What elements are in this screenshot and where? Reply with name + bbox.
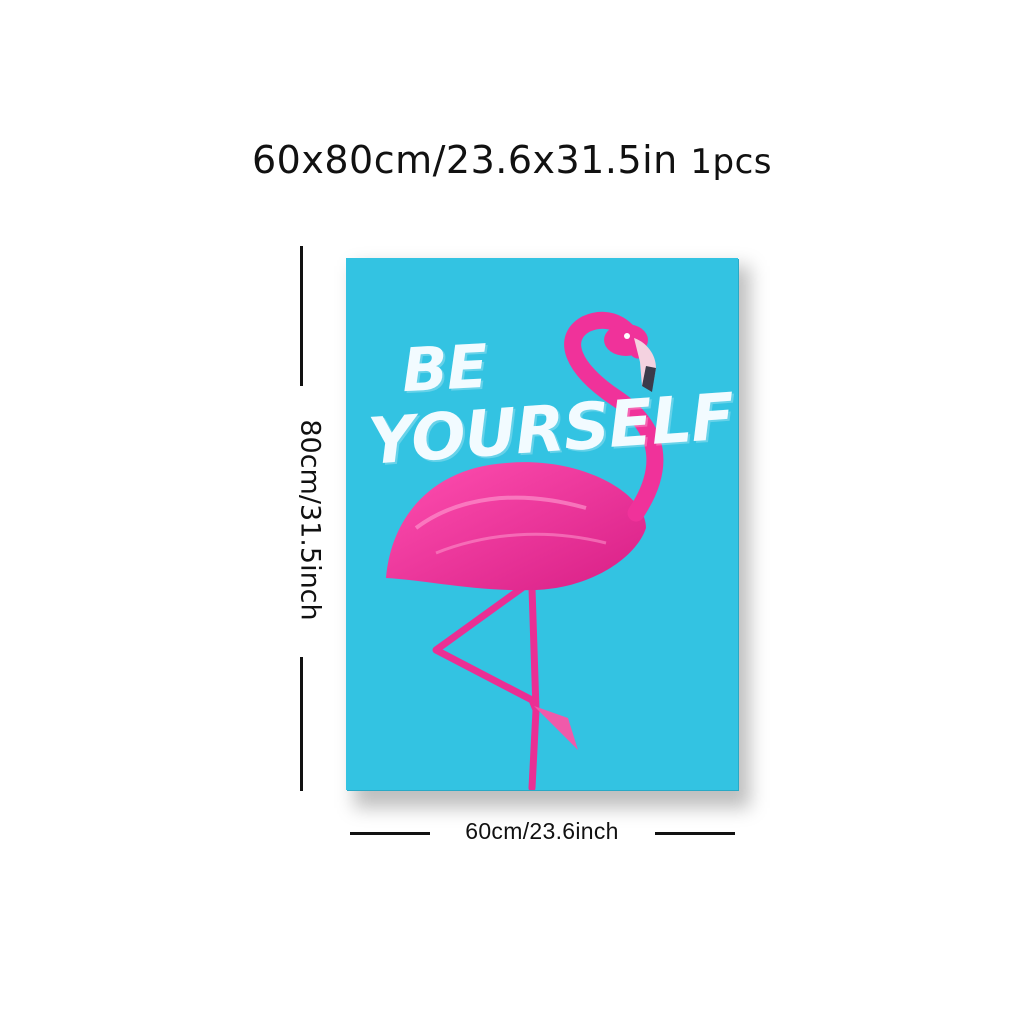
- height-dimension-line-top: [300, 246, 303, 386]
- quantity-text: 1pcs: [690, 142, 772, 182]
- height-dimension-line-bottom: [300, 657, 303, 791]
- poster-canvas: BE YOURSELF: [346, 258, 738, 790]
- height-label: 80cm/31.5inch: [294, 419, 326, 621]
- size-text: 60x80cm/23.6x31.5in: [252, 138, 678, 182]
- width-label: 60cm/23.6inch: [465, 818, 619, 844]
- size-headline: 60x80cm/23.6x31.5in 1pcs: [0, 138, 1024, 182]
- slogan-line-1: BE: [400, 331, 489, 407]
